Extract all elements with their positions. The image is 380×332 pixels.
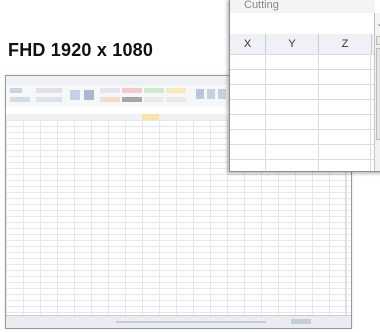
style-good[interactable] [144,88,164,93]
style-normal[interactable] [100,88,120,93]
font-size-group [36,97,62,102]
zoomed-detail-panel: Cutting ⌄ X Y Z [229,0,380,172]
format-table-icon[interactable] [84,90,94,100]
column-header-x[interactable]: X [230,34,266,54]
zoomed-vertical-scrollbar[interactable] [374,34,380,171]
style-calculation[interactable] [100,97,120,102]
column-header-row: X Y Z [230,34,375,55]
scroll-thumb[interactable] [376,48,380,140]
style-explanatory[interactable] [144,97,164,102]
font-group [36,88,62,93]
column-header-z[interactable]: Z [319,34,372,54]
style-check-cell[interactable] [122,97,142,102]
chevron-down-icon[interactable]: ⌄ [374,13,380,35]
delete-cells-icon[interactable] [207,89,215,99]
scroll-up-icon[interactable] [376,36,380,45]
paste-icon[interactable] [10,88,22,93]
column-header-y[interactable]: Y [266,34,319,54]
style-neutral[interactable] [166,88,186,93]
status-bar [6,315,351,328]
horizontal-scrollbar[interactable] [116,321,266,323]
cell-label: Cutting [244,0,279,11]
style-input[interactable] [166,97,186,102]
zoomed-cell-grid[interactable] [230,54,375,171]
style-bad[interactable] [122,88,142,93]
name-box[interactable]: Cutting [230,0,375,14]
insert-cells-icon[interactable] [196,89,204,99]
format-cells-icon[interactable] [218,89,226,99]
formula-input[interactable] [230,13,375,35]
conditional-format-icon[interactable] [70,90,80,100]
zoom-slider[interactable] [291,319,311,324]
resolution-title: FHD 1920 x 1080 [8,40,154,60]
clipboard-group [10,97,30,102]
